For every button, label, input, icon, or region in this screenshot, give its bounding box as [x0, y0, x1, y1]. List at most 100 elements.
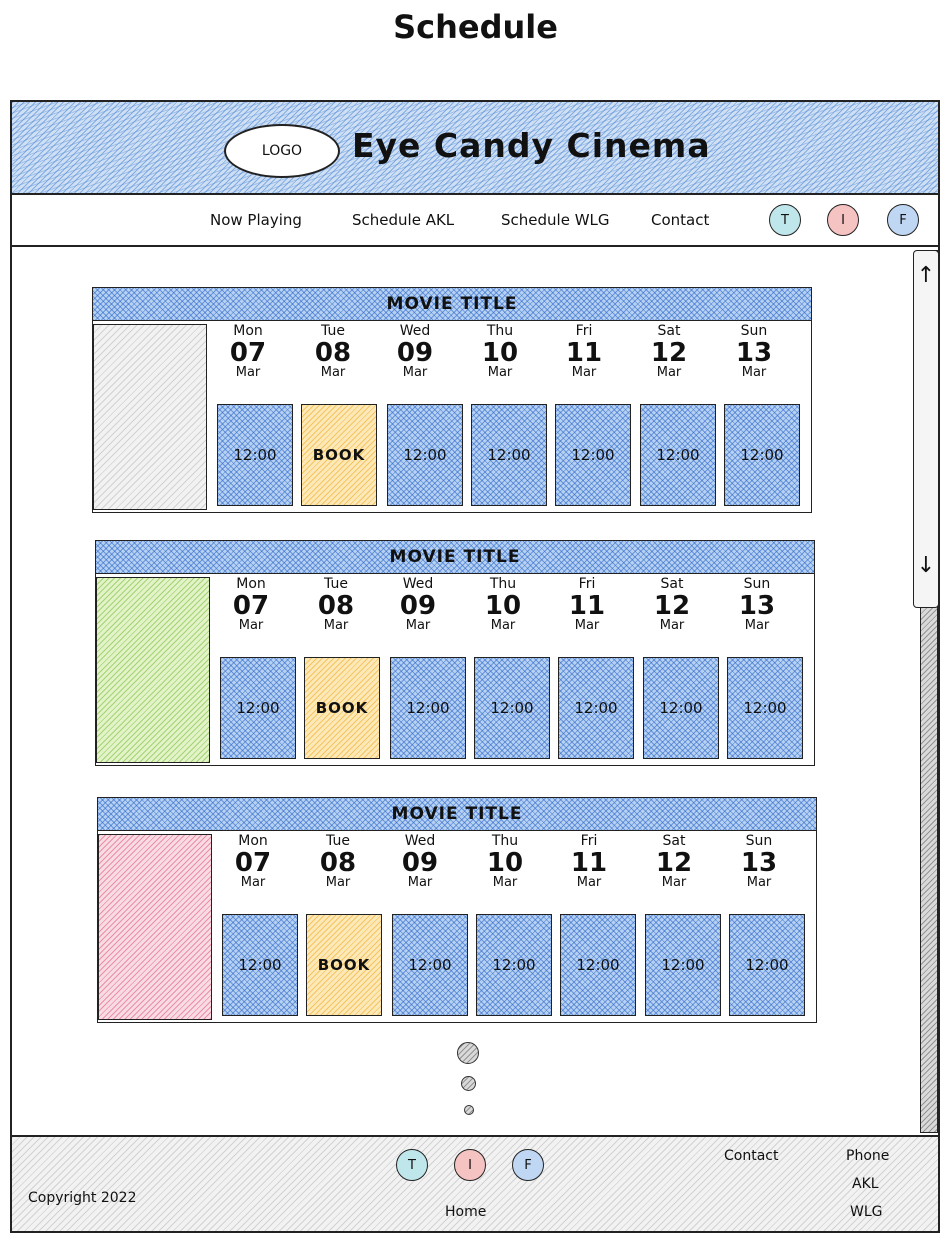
day-header: Wed 09 Mar — [383, 577, 453, 632]
day-mon: Mar — [320, 365, 346, 380]
day-name: Thu — [486, 323, 514, 339]
nav-now-playing[interactable]: Now Playing — [210, 211, 302, 229]
showtime-button[interactable]: 12:00 — [392, 914, 468, 1016]
day-name: Fri — [575, 323, 593, 339]
site-header: LOGO Eye Candy Cinema — [10, 100, 940, 195]
day-name: Tue — [326, 833, 350, 849]
twitter-icon[interactable]: T — [769, 204, 801, 236]
footer-phone-label: Phone — [846, 1148, 890, 1164]
footer-contact-link[interactable]: Contact — [724, 1148, 778, 1164]
day-mon: Mar — [741, 365, 767, 380]
showtime-button[interactable]: 12:00 — [217, 404, 293, 506]
day-name: Mon — [233, 323, 263, 339]
scroll-down-icon[interactable]: ↓ — [914, 553, 938, 578]
day-num: 07 — [234, 848, 272, 878]
facebook-icon[interactable]: F — [887, 204, 919, 236]
showtime-button[interactable]: 12:00 — [645, 914, 721, 1016]
day-name: Sat — [657, 323, 681, 339]
day-num: 11 — [565, 338, 603, 368]
day-header: Mon 07 Mar — [213, 324, 283, 379]
copyright-text: Copyright 2022 — [28, 1190, 137, 1206]
showtime-button[interactable]: 12:00 — [471, 404, 547, 506]
movie-poster[interactable] — [98, 834, 212, 1020]
nav-schedule-akl[interactable]: Schedule AKL — [352, 211, 454, 229]
showtime-button[interactable]: 12:00 — [643, 657, 719, 759]
day-header: Mon 07 Mar — [218, 834, 288, 889]
day-mon: Mar — [238, 618, 264, 633]
movie-poster[interactable] — [96, 577, 210, 763]
scroll-up-icon[interactable]: ↑ — [914, 263, 938, 288]
instagram-icon[interactable]: I — [827, 204, 859, 236]
day-header: Sat 12 Mar — [637, 577, 707, 632]
showtime-button[interactable]: 12:00 — [476, 914, 552, 1016]
day-num: 13 — [738, 591, 776, 621]
showtime-button[interactable]: 12:00 — [724, 404, 800, 506]
day-mon: Mar — [325, 875, 351, 890]
day-num: 13 — [735, 338, 773, 368]
footer-wlg-phone: WLG — [850, 1204, 883, 1220]
day-num: 07 — [232, 591, 270, 621]
showtime-button[interactable]: 12:00 — [222, 914, 298, 1016]
day-header: Thu 10 Mar — [465, 324, 535, 379]
book-button[interactable]: BOOK — [304, 657, 380, 759]
showtime-button[interactable]: 12:00 — [555, 404, 631, 506]
movie-card: MOVIE TITLE Mon 07 Mar Tue 08 Mar Wed 09 Mar Thu 10… — [92, 287, 812, 513]
showtime-button[interactable]: 12:00 — [220, 657, 296, 759]
day-name: Tue — [321, 323, 345, 339]
day-num: 11 — [570, 848, 608, 878]
day-header: Sat 12 Mar — [639, 834, 709, 889]
day-header: Sat 12 Mar — [634, 324, 704, 379]
showtime-button[interactable]: 12:00 — [558, 657, 634, 759]
day-name: Fri — [578, 576, 596, 592]
movie-poster[interactable] — [93, 324, 207, 510]
movie-title[interactable]: MOVIE TITLE — [96, 541, 814, 574]
book-button[interactable]: BOOK — [301, 404, 377, 506]
movie-title[interactable]: MOVIE TITLE — [93, 288, 811, 321]
logo[interactable]: LOGO — [224, 124, 340, 178]
day-mon: Mar — [576, 875, 602, 890]
day-mon: Mar — [661, 875, 687, 890]
footer-home-link[interactable]: Home — [445, 1204, 486, 1220]
day-header: Thu 10 Mar — [470, 834, 540, 889]
day-header: Fri 11 Mar — [552, 577, 622, 632]
showtime-button[interactable]: 12:00 — [560, 914, 636, 1016]
day-name: Sat — [660, 576, 684, 592]
showtime-button[interactable]: 12:00 — [729, 914, 805, 1016]
day-num: 09 — [401, 848, 439, 878]
day-num: 08 — [319, 848, 357, 878]
day-header: Tue 08 Mar — [303, 834, 373, 889]
day-header: Mon 07 Mar — [216, 577, 286, 632]
nav-contact[interactable]: Contact — [651, 211, 709, 229]
page-title: Schedule — [393, 8, 558, 46]
day-num: 09 — [396, 338, 434, 368]
day-num: 12 — [653, 591, 691, 621]
day-header: Fri 11 Mar — [554, 834, 624, 889]
day-name: Fri — [580, 833, 598, 849]
showtime-button[interactable]: 12:00 — [727, 657, 803, 759]
day-mon: Mar — [402, 365, 428, 380]
day-num: 09 — [399, 591, 437, 621]
footer-instagram-icon[interactable]: I — [454, 1149, 486, 1181]
day-num: 12 — [655, 848, 693, 878]
day-num: 12 — [650, 338, 688, 368]
day-mon: Mar — [240, 875, 266, 890]
footer-twitter-icon[interactable]: T — [396, 1149, 428, 1181]
loading-dot — [457, 1042, 479, 1064]
showtime-button[interactable]: 12:00 — [474, 657, 550, 759]
showtime-button[interactable]: 12:00 — [390, 657, 466, 759]
day-header: Wed 09 Mar — [385, 834, 455, 889]
day-num: 07 — [229, 338, 267, 368]
scrollbar-thumb[interactable]: ↑ ↓ — [913, 250, 939, 608]
movie-title[interactable]: MOVIE TITLE — [98, 798, 816, 831]
day-name: Mon — [238, 833, 268, 849]
nav-schedule-wlg[interactable]: Schedule WLG — [501, 211, 610, 229]
book-button[interactable]: BOOK — [306, 914, 382, 1016]
showtime-button[interactable]: 12:00 — [387, 404, 463, 506]
day-name: Thu — [489, 576, 517, 592]
footer-facebook-icon[interactable]: F — [512, 1149, 544, 1181]
movie-card: MOVIE TITLE Mon 07 Mar Tue 08 Mar Wed 09 Mar Thu 10… — [95, 540, 815, 766]
day-mon: Mar — [407, 875, 433, 890]
showtime-button[interactable]: 12:00 — [640, 404, 716, 506]
day-name: Sun — [743, 576, 771, 592]
site-footer: Copyright 2022 T I F Home Contact Phone … — [10, 1135, 940, 1233]
